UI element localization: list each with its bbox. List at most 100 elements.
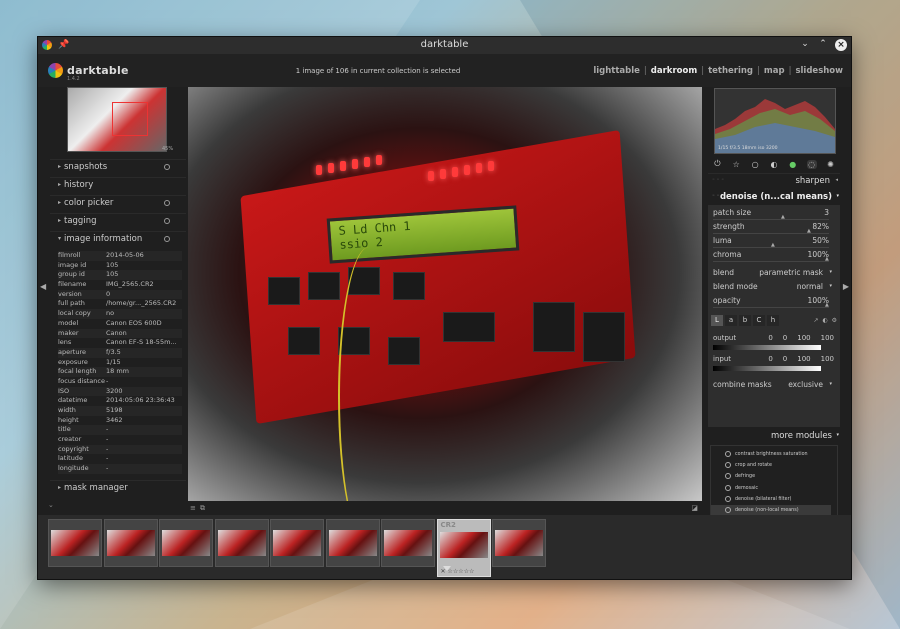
image-info-row: latitude - xyxy=(58,454,182,464)
slider-luma[interactable]: luma 50% ▲ xyxy=(711,235,829,248)
info-key: lens xyxy=(58,338,72,347)
color-group-icon[interactable]: ● xyxy=(788,160,798,169)
module-list-label: denoise (bilateral filter) xyxy=(735,496,792,502)
image-info-row: version 0 xyxy=(58,289,182,300)
center-toolbar: ≡ ⧉ ◪ xyxy=(188,503,702,515)
output-gradient[interactable] xyxy=(713,345,821,350)
section-history[interactable]: ▸ history xyxy=(50,177,186,193)
presets-icon[interactable]: ≡ xyxy=(190,504,196,512)
navigation-thumbnail[interactable] xyxy=(67,87,167,152)
tab-channel-c[interactable]: C xyxy=(753,315,765,326)
center-view[interactable]: S Ld Chn 1 ssio 2 xyxy=(188,87,702,501)
section-color-picker[interactable]: ▸ color picker xyxy=(50,195,186,211)
filmstrip-thumbnail[interactable] xyxy=(103,519,158,567)
combo-blend[interactable]: blend parametric mask ▾ xyxy=(711,267,833,280)
module-sharpen[interactable]: ◦ ◦ ◦ sharpen ◂ xyxy=(708,173,840,188)
combo-combine-masks[interactable]: combine masks exclusive ▾ xyxy=(711,379,833,392)
collapse-icon: ▾ xyxy=(836,432,839,438)
favorite-icon[interactable]: ☆ xyxy=(731,160,741,169)
tab-channel-l[interactable]: L xyxy=(711,315,723,326)
correct-group-icon[interactable]: ◌ xyxy=(806,159,817,169)
maximize-button[interactable]: ⌃ xyxy=(817,38,829,51)
info-value: Canon EF-S 18-55m... xyxy=(106,338,177,347)
filmstrip-thumbnail[interactable] xyxy=(214,519,269,567)
input-range[interactable]: input 0 0 100 100 xyxy=(712,354,840,365)
mask-tools-icon[interactable]: ↗ ◐ ⚙ xyxy=(814,317,838,324)
info-value: - xyxy=(106,425,109,434)
section-tagging[interactable]: ▸ tagging xyxy=(50,213,186,229)
expand-icon: ▸ xyxy=(58,484,62,491)
image-info-row: creator - xyxy=(58,435,182,445)
module-denoise[interactable]: ◦ ◦ ◦ ◦ denoise (n...cal means) ▾ xyxy=(708,190,840,204)
expand-icon: ▸ xyxy=(58,181,62,188)
info-key: full path xyxy=(58,299,85,308)
title-bar: 📌 darktable ⌄ ⌃ × xyxy=(38,37,851,54)
close-button[interactable]: × xyxy=(835,38,847,51)
left-panel-toggle-icon[interactable]: ⌄ xyxy=(48,501,54,509)
basic-group-icon[interactable]: ○ xyxy=(750,160,760,169)
view-slideshow[interactable]: slideshow xyxy=(795,66,843,76)
module-list-item[interactable]: contrast brightness saturation xyxy=(711,449,831,460)
reset-icon[interactable] xyxy=(164,164,170,170)
image-info-row: model Canon EOS 600D xyxy=(58,319,182,329)
slider-chroma[interactable]: chroma 100% ▲ xyxy=(711,249,829,262)
right-panel: 1/15 f/3.5 18mm iso 3200 ⏻ ☆ ○ ◐ ● ◌ ✺ ◦… xyxy=(704,87,844,545)
styles-icon[interactable]: ⧉ xyxy=(200,504,205,513)
info-value: 105 xyxy=(106,270,119,279)
module-list-item[interactable]: defringe xyxy=(711,471,831,482)
section-snapshots[interactable]: ▸ snapshots xyxy=(50,159,186,175)
info-key: aperture xyxy=(58,347,86,356)
slider-strength[interactable]: strength 82% ▲ xyxy=(711,221,829,234)
view-darkroom[interactable]: darkroom xyxy=(651,66,697,76)
reset-icon[interactable] xyxy=(164,200,170,206)
tone-group-icon[interactable]: ◐ xyxy=(769,160,779,169)
info-value: 105 xyxy=(106,260,119,269)
input-gradient[interactable] xyxy=(713,366,821,371)
filmstrip-thumbnail[interactable] xyxy=(381,519,435,567)
tab-channel-a[interactable]: a xyxy=(725,315,737,326)
filmstrip-thumbnail[interactable] xyxy=(48,519,102,567)
module-list-item[interactable]: crop and rotate xyxy=(711,460,831,471)
info-value: 2014-05-06 xyxy=(106,251,144,259)
module-list-label: demosaic xyxy=(735,485,759,491)
filmstrip-thumbnail[interactable] xyxy=(270,519,324,567)
collapse-left-icon[interactable]: ◀ xyxy=(40,282,46,291)
section-image-information[interactable]: ▾ image information xyxy=(50,231,186,247)
minimize-button[interactable]: ⌄ xyxy=(799,38,811,51)
section-mask-manager[interactable]: ▸ mask manager xyxy=(50,480,186,496)
overexposed-icon[interactable]: ◪ xyxy=(691,504,698,512)
output-range[interactable]: output 0 0 100 100 xyxy=(712,333,840,344)
filmstrip-thumbnail[interactable] xyxy=(159,519,213,567)
info-key: filename xyxy=(58,280,87,289)
histogram[interactable]: 1/15 f/3.5 18mm iso 3200 xyxy=(714,88,836,154)
combo-blend-mode[interactable]: blend mode normal ▾ xyxy=(711,281,833,294)
module-icon xyxy=(725,451,731,457)
tab-channel-b[interactable]: b xyxy=(739,315,751,326)
info-value: - xyxy=(106,435,109,444)
reset-icon[interactable] xyxy=(164,236,170,242)
slider-patch-size[interactable]: patch size 3 ▲ xyxy=(711,207,829,220)
view-tethering[interactable]: tethering xyxy=(708,66,753,76)
tab-channel-h[interactable]: h xyxy=(767,315,779,326)
navigation-viewport[interactable] xyxy=(112,102,148,136)
module-list-item[interactable]: demosaic xyxy=(711,483,831,494)
zoom-level[interactable]: 45% xyxy=(162,146,173,152)
slider-opacity[interactable]: opacity 100% ▲ xyxy=(711,295,829,308)
filmstrip-thumbnail[interactable] xyxy=(325,519,380,567)
view-lighttable[interactable]: lighttable xyxy=(593,66,640,76)
reset-icon[interactable] xyxy=(164,218,170,224)
info-key: creator xyxy=(58,435,82,444)
app-logo: darktable 1.4.2 xyxy=(48,63,129,82)
view-map[interactable]: map xyxy=(764,66,785,76)
filmstrip-thumbnail[interactable] xyxy=(492,519,546,567)
module-controls-icon[interactable]: ◦ ◦ ◦ xyxy=(712,177,724,183)
more-modules-header[interactable]: more modules ▾ xyxy=(708,429,840,443)
power-icon[interactable]: ⏻ xyxy=(712,159,722,169)
module-list-item[interactable]: denoise (bilateral filter) xyxy=(711,494,831,505)
info-value: 2014:05:06 23:36:43 xyxy=(106,396,175,405)
info-value: 1/15 xyxy=(106,357,121,366)
info-key: local copy xyxy=(58,309,91,318)
info-value: 18 mm xyxy=(106,367,130,376)
edited-photo[interactable]: S Ld Chn 1 ssio 2 xyxy=(188,87,702,501)
effect-group-icon[interactable]: ✺ xyxy=(825,160,835,169)
